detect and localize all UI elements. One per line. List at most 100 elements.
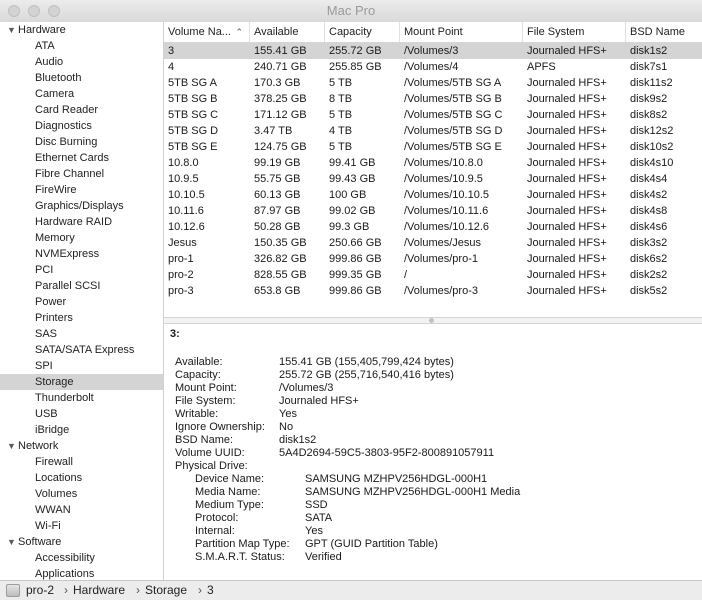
sidebar-item-sata-sata-express[interactable]: SATA/SATA Express [0, 342, 163, 358]
sidebar-item-hardware-raid[interactable]: Hardware RAID [0, 214, 163, 230]
volumes-table: Volume Na... ⌃ Available Capacity Mount Poin… [164, 22, 702, 317]
pane-splitter[interactable] [164, 317, 702, 324]
table-row[interactable]: 3 155.41 GB 255.72 GB/Volumes/3 Journaled H… [164, 43, 702, 59]
table-cell: 8 TB [329, 93, 353, 105]
drive-detail-key: Partition Map Type: [195, 538, 290, 550]
breadcrumb-item-storage[interactable]: Storage [145, 583, 187, 597]
sidebar-section-network[interactable]: ▼ Network [0, 438, 163, 454]
table-row[interactable]: pro-1 326.82 GB 999.86 GB/Volumes/pro-1 Jou… [164, 251, 702, 267]
drive-detail-key: Protocol: [195, 512, 239, 524]
sidebar-item-ata[interactable]: ATA [0, 38, 163, 54]
table-row[interactable]: 5TB SG C 171.12 GB 5 TB/Volumes/5TB SG C Jo… [164, 107, 702, 123]
sidebar-item-accessibility[interactable]: Accessibility [0, 550, 163, 566]
table-cell: Journaled HFS+ [527, 157, 607, 169]
sidebar-item-camera[interactable]: Camera [0, 86, 163, 102]
sidebar-item-sas[interactable]: SAS [0, 326, 163, 342]
sort-ascending-icon[interactable]: ⌃ [235, 22, 243, 42]
table-cell: disk4s8 [630, 205, 668, 217]
sidebar-item-pci[interactable]: PCI [0, 262, 163, 278]
sidebar-item-ibridge[interactable]: iBridge [0, 422, 163, 438]
column-header-2[interactable]: Capacity [325, 22, 400, 42]
sidebar-item-bluetooth[interactable]: Bluetooth [0, 70, 163, 86]
table-row[interactable]: 4 240.71 GB 255.85 GB/Volumes/4 APFS disk7s1 [164, 59, 702, 75]
breadcrumb-item-hardware[interactable]: Hardware [73, 583, 125, 597]
table-row[interactable]: pro-2 828.55 GB 999.35 GB / Journaled HFS+ di… [164, 267, 702, 283]
sidebar-item-disc-burning[interactable]: Disc Burning [0, 134, 163, 150]
table-cell: disk5s2 [630, 285, 668, 297]
table-row[interactable]: 10.12.6 50.28 GB 99.3 GB/Volumes/10.12.6 Jo… [164, 219, 702, 235]
sidebar-item-power[interactable]: Power [0, 294, 163, 310]
breadcrumb-item-3[interactable]: 3 [207, 583, 214, 597]
disclosure-triangle-icon[interactable]: ▼ [7, 438, 16, 454]
column-header-5[interactable]: BSD Name [626, 22, 702, 42]
table-cell: Journaled HFS+ [527, 93, 607, 105]
table-cell: Journaled HFS+ [527, 45, 607, 57]
sidebar-item-graphics-displays[interactable]: Graphics/Displays [0, 198, 163, 214]
sidebar-item-storage[interactable]: Storage [0, 374, 163, 390]
detail-key: Volume UUID: [175, 447, 245, 459]
table-cell: 10.11.6 [168, 205, 204, 217]
sidebar-item-wi-fi[interactable]: Wi-Fi [0, 518, 163, 534]
sidebar-item-audio[interactable]: Audio [0, 54, 163, 70]
sidebar-item-parallel-scsi[interactable]: Parallel SCSI [0, 278, 163, 294]
sidebar-item-thunderbolt[interactable]: Thunderbolt [0, 390, 163, 406]
sidebar-section-hardware[interactable]: ▼ Hardware [0, 22, 163, 38]
table-cell: /Volumes/3 [404, 45, 459, 57]
table-cell: 10.9.5 [168, 173, 199, 185]
column-header-3[interactable]: Mount Point [400, 22, 523, 42]
breadcrumb-separator-icon: › [136, 583, 140, 597]
sidebar-item-fibre-channel[interactable]: Fibre Channel [0, 166, 163, 182]
table-row[interactable]: 5TB SG B 378.25 GB 8 TB/Volumes/5TB SG B Jo… [164, 91, 702, 107]
table-cell: /Volumes/pro-3 [404, 285, 478, 297]
table-cell: 150.35 GB [254, 237, 307, 249]
table-cell: 5 TB [329, 109, 353, 121]
detail-title: 3: [170, 328, 180, 340]
table-row[interactable]: 5TB SG E 124.75 GB 5 TB/Volumes/5TB SG E Jo… [164, 139, 702, 155]
breadcrumb-item-pro-2[interactable]: pro-2 [26, 583, 54, 597]
sidebar-item-firewall[interactable]: Firewall [0, 454, 163, 470]
disclosure-triangle-icon[interactable]: ▼ [7, 534, 16, 550]
sidebar-item-volumes[interactable]: Volumes [0, 486, 163, 502]
table-cell: 170.3 GB [254, 77, 301, 89]
sidebar-section-software[interactable]: ▼ Software [0, 534, 163, 550]
sidebar-item-card-reader[interactable]: Card Reader [0, 102, 163, 118]
table-cell: disk2s2 [630, 269, 668, 281]
sidebar-item-wwan[interactable]: WWAN [0, 502, 163, 518]
detail-key: Writable: [175, 408, 219, 420]
table-row[interactable]: 10.8.0 99.19 GB 99.41 GB/Volumes/10.8.0 Jou… [164, 155, 702, 171]
table-cell: disk4s2 [630, 189, 668, 201]
table-row[interactable]: pro-3 653.8 GB 999.86 GB/Volumes/pro-3 Jour… [164, 283, 702, 299]
column-header-1[interactable]: Available [250, 22, 325, 42]
breadcrumb-separator-icon: › [198, 583, 202, 597]
sidebar-item-firewire[interactable]: FireWire [0, 182, 163, 198]
table-cell: /Volumes/10.8.0 [404, 157, 483, 169]
table-row[interactable]: 5TB SG A 170.3 GB 5 TB/Volumes/5TB SG A Jou… [164, 75, 702, 91]
sidebar-item-diagnostics[interactable]: Diagnostics [0, 118, 163, 134]
table-cell: 5TB SG E [168, 141, 218, 153]
column-header-4[interactable]: File System [523, 22, 626, 42]
sidebar-item-nvmexpress[interactable]: NVMExpress [0, 246, 163, 262]
table-cell: 240.71 GB [254, 61, 307, 73]
detail-key: BSD Name: [175, 434, 234, 446]
table-cell: 5 TB [329, 77, 353, 89]
table-cell: 5TB SG A [168, 77, 217, 89]
table-cell: /Volumes/5TB SG D [404, 125, 503, 137]
table-row[interactable]: 5TB SG D 3.47 TB 4 TB/Volumes/5TB SG D Jour… [164, 123, 702, 139]
sidebar-item-memory[interactable]: Memory [0, 230, 163, 246]
sidebar-item-usb[interactable]: USB [0, 406, 163, 422]
sidebar-item-locations[interactable]: Locations [0, 470, 163, 486]
splitter-grip-icon[interactable] [429, 318, 434, 323]
sidebar-item-printers[interactable]: Printers [0, 310, 163, 326]
sidebar-item-applications[interactable]: Applications [0, 566, 163, 580]
table-cell: 99.3 GB [329, 221, 370, 233]
table-row[interactable]: Jesus 150.35 GB 250.66 GB/Volumes/Jesus Jou… [164, 235, 702, 251]
table-cell: Journaled HFS+ [527, 205, 607, 217]
sidebar-item-spi[interactable]: SPI [0, 358, 163, 374]
column-header-0[interactable]: Volume Na... ⌃ [164, 22, 250, 42]
table-cell: 55.75 GB [254, 173, 301, 185]
sidebar-item-ethernet-cards[interactable]: Ethernet Cards [0, 150, 163, 166]
table-row[interactable]: 10.10.5 60.13 GB 100 GB/Volumes/10.10.5 Jou… [164, 187, 702, 203]
disclosure-triangle-icon[interactable]: ▼ [7, 22, 16, 38]
table-row[interactable]: 10.11.6 87.97 GB 99.02 GB/Volumes/10.11.6 J… [164, 203, 702, 219]
table-row[interactable]: 10.9.5 55.75 GB 99.43 GB/Volumes/10.9.5 Jou… [164, 171, 702, 187]
